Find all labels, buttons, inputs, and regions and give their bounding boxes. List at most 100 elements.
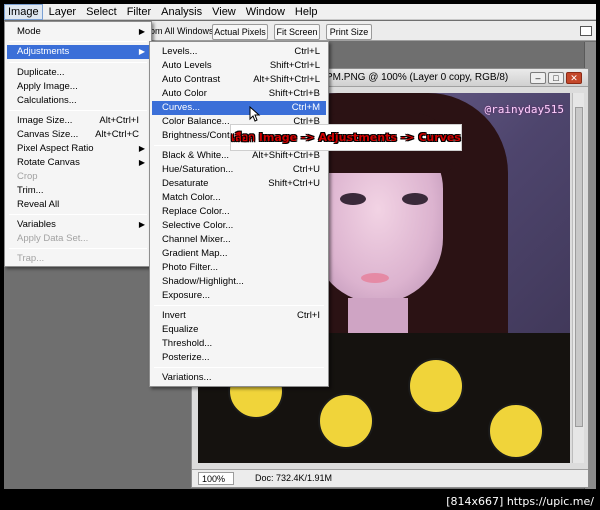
menu-item-label: Mode [17,26,41,37]
menu-item-shortcut: Alt+Ctrl+I [99,115,139,126]
menu-item-levels[interactable]: Levels... Ctrl+L [152,45,326,59]
menu-item-shortcut: Ctrl+L [294,46,320,57]
menu-item-desaturate[interactable]: Desaturate Shift+Ctrl+U [152,177,326,191]
menu-separator [9,110,147,111]
menu-item-label: Channel Mixer... [162,234,231,245]
actual-pixels-button[interactable]: Actual Pixels [212,24,268,40]
menu-view[interactable]: View [208,4,240,20]
menu-layer[interactable]: Layer [45,4,81,20]
menu-help[interactable]: Help [291,4,322,20]
menu-item-gradient-map[interactable]: Gradient Map... [152,247,326,261]
document-title: PM.PNG @ 100% (Layer 0 copy, RGB/8) [326,72,509,83]
menu-item-label: Duplicate... [17,67,65,78]
minimize-icon[interactable]: – [530,72,546,84]
menu-item-label: Posterize... [162,352,210,363]
menu-item-apply-image[interactable]: Apply Image... [7,80,149,94]
menu-separator [9,41,147,42]
submenu-arrow-icon: ▶ [138,27,145,36]
document-status-bar: 100% Doc: 732.4K/1.91M [192,469,588,487]
menu-item-equalize[interactable]: Equalize [152,323,326,337]
menu-item-curves[interactable]: Curves... Ctrl+M [152,101,326,115]
menu-item-replace-color[interactable]: Replace Color... [152,205,326,219]
menu-item-label: Variables [17,219,56,230]
close-icon[interactable]: ✕ [566,72,582,84]
menu-image[interactable]: Image [4,4,43,20]
menu-item-label: Match Color... [162,192,221,203]
zoom-all-windows-label[interactable]: om All Windows [150,26,214,36]
menu-item-shortcut: Ctrl+M [291,102,320,113]
menu-item-channel-mixer[interactable]: Channel Mixer... [152,233,326,247]
menu-item-auto-levels[interactable]: Auto Levels Shift+Ctrl+L [152,59,326,73]
menu-item-label: Equalize [162,324,199,335]
menu-analysis[interactable]: Analysis [157,4,206,20]
menu-item-shortcut: Shift+Ctrl+U [268,178,320,189]
menu-item-mode[interactable]: Mode ▶ [7,25,149,39]
menu-item-variations[interactable]: Variations... [152,371,326,385]
menu-item-label: Apply Data Set... [17,233,89,244]
menu-item-black-white[interactable]: Black & White... Alt+Shift+Ctrl+B [152,149,326,163]
shirt-print-3 [408,358,464,414]
scroll-thumb[interactable] [575,107,583,427]
menu-item-hue-saturation[interactable]: Hue/Saturation... Ctrl+U [152,163,326,177]
menu-item-label: Exposure... [162,290,211,301]
menu-item-shortcut: Alt+Shift+Ctrl+L [253,74,320,85]
menu-separator [9,62,147,63]
menu-item-auto-color[interactable]: Auto Color Shift+Ctrl+B [152,87,326,101]
menu-item-apply-data-set: Apply Data Set... [7,232,149,246]
watermark: @rainyday515 [484,103,564,116]
lips-shape [361,273,389,283]
menu-item-shortcut: Ctrl+I [297,310,320,321]
menu-item-label: Auto Levels [162,60,212,71]
menu-item-photo-filter[interactable]: Photo Filter... [152,261,326,275]
menu-item-selective-color[interactable]: Selective Color... [152,219,326,233]
menu-item-match-color[interactable]: Match Color... [152,191,326,205]
menu-item-trim[interactable]: Trim... [7,184,149,198]
vertical-scrollbar[interactable] [572,93,584,463]
menu-item-label: Trap... [17,253,45,264]
menu-item-label: Threshold... [162,338,213,349]
menu-item-label: Calculations... [17,95,77,106]
menu-item-shortcut: Ctrl+U [292,164,320,175]
workspace-icon[interactable] [580,26,592,36]
menu-item-label: Variations... [162,372,212,383]
menu-item-invert[interactable]: Invert Ctrl+I [152,309,326,323]
menu-item-calculations[interactable]: Calculations... [7,94,149,108]
menu-item-label: Invert [162,310,186,321]
menu-item-label: Levels... [162,46,198,57]
menu-item-reveal-all[interactable]: Reveal All [7,198,149,212]
menu-item-canvas-size[interactable]: Canvas Size... Alt+Ctrl+C [7,128,149,142]
menu-item-rotate-canvas[interactable]: Rotate Canvas ▶ [7,156,149,170]
instruction-banner: เลือก Image -> Adjustments -> Curves [230,124,462,151]
menu-window[interactable]: Window [242,4,289,20]
menu-item-image-size[interactable]: Image Size... Alt+Ctrl+I [7,114,149,128]
menu-select[interactable]: Select [82,4,121,20]
menu-item-adjustments[interactable]: Adjustments ▶ [7,45,149,59]
menu-item-variables[interactable]: Variables ▶ [7,218,149,232]
submenu-arrow-icon: ▶ [138,158,145,167]
menu-filter[interactable]: Filter [123,4,155,20]
menu-item-label: Crop [17,171,38,182]
menu-separator [9,248,147,249]
menu-item-label: Gradient Map... [162,248,228,259]
menu-item-crop: Crop [7,170,149,184]
menu-item-posterize[interactable]: Posterize... [152,351,326,365]
maximize-icon[interactable]: □ [548,72,564,84]
menu-item-pixel-aspect-ratio[interactable]: Pixel Aspect Ratio ▶ [7,142,149,156]
shirt-print-4 [488,403,544,459]
menu-item-threshold[interactable]: Threshold... [152,337,326,351]
menu-item-shadow-highlight[interactable]: Shadow/Highlight... [152,275,326,289]
submenu-arrow-icon: ▶ [138,47,145,56]
menu-item-shortcut: Alt+Ctrl+C [95,129,139,140]
menu-item-exposure[interactable]: Exposure... [152,289,326,303]
menu-separator [9,214,147,215]
menu-item-auto-contrast[interactable]: Auto Contrast Alt+Shift+Ctrl+L [152,73,326,87]
print-size-button[interactable]: Print Size [326,24,372,40]
menu-item-label: Curves... [162,102,201,113]
menu-item-duplicate[interactable]: Duplicate... [7,66,149,80]
submenu-arrow-icon: ▶ [138,220,145,229]
menu-item-shortcut: Shift+Ctrl+L [269,60,320,71]
fit-screen-button[interactable]: Fit Screen [274,24,320,40]
menu-item-shortcut: Shift+Ctrl+B [268,88,320,99]
zoom-field[interactable]: 100% [198,472,234,485]
right-eye-shape [402,193,428,205]
